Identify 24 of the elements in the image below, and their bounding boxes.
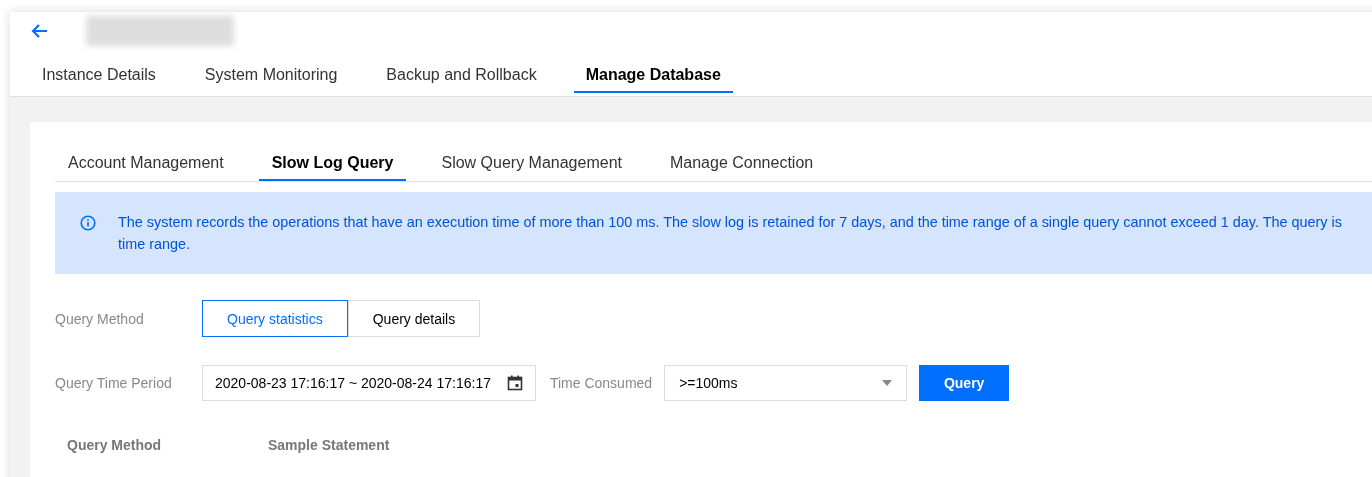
field-label: Query Time Period xyxy=(55,375,173,391)
info-icon xyxy=(80,215,96,231)
time-consumed-dropdown[interactable]: >=100ms xyxy=(664,365,908,401)
sub-tab[interactable]: Manage Connection xyxy=(657,154,827,181)
field-label: Time Consumed xyxy=(549,375,653,391)
segment-button[interactable]: Query statistics xyxy=(202,300,348,337)
sub-tab[interactable]: Account Management xyxy=(55,154,237,181)
notice-text: The system records the operations that have an execution time of more than 100 ms. The slow log is retained for 7 days, and the time range of a single query cannot exceed 1 day. The query is xyxy=(118,214,1342,230)
date-range-field[interactable]: 2020-08-23 17:16:17 ~ 2020-08-24 17:16:17 xyxy=(202,365,536,401)
tab[interactable]: System Monitoring xyxy=(192,66,350,93)
query-button[interactable]: Query xyxy=(919,365,1010,401)
back-arrow-icon[interactable] xyxy=(30,23,48,39)
tab[interactable]: Instance Details xyxy=(30,66,168,93)
notice-text: time range. xyxy=(118,236,191,252)
sub-tab[interactable]: Slow Query Management xyxy=(428,154,635,181)
sub-tab[interactable]: Slow Log Query xyxy=(258,154,407,181)
caret-icon xyxy=(882,380,893,386)
field-label: Query Method xyxy=(55,310,145,327)
tab[interactable]: Backup and Rollback xyxy=(374,66,549,93)
segment-button[interactable]: Query details xyxy=(347,300,481,337)
calendar-icon xyxy=(506,375,523,391)
tab[interactable]: Manage Database xyxy=(573,66,733,93)
column-header: Query Method xyxy=(67,437,163,453)
column-header: Sample Statement xyxy=(268,437,391,453)
